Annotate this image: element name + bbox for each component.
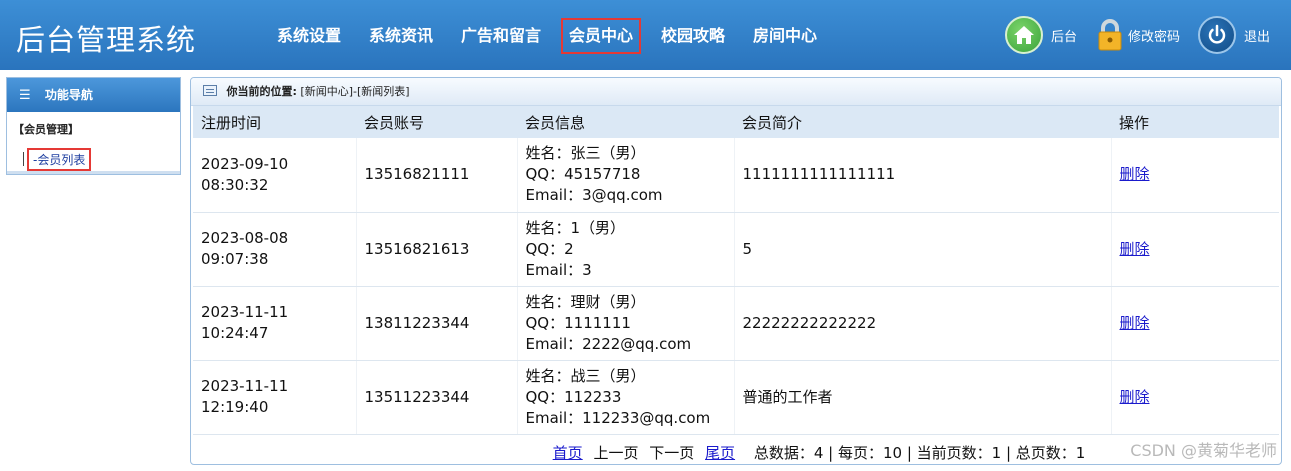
cell-register-time: 2023-08-08 09:07:38 — [193, 212, 357, 287]
column-header-member-info: 会员信息 — [517, 106, 734, 138]
home-icon — [1005, 16, 1043, 54]
register-date: 2023-09-10 — [201, 154, 289, 173]
breadcrumb-path: [新闻中心]-[新闻列表] — [300, 85, 410, 98]
cell-account: 13811223344 — [356, 286, 518, 361]
register-date: 2023-08-08 — [201, 229, 289, 247]
cell-intro: 1111111111111111 — [734, 138, 1112, 213]
watermark: CSDN @黄菊华老师 — [1130, 441, 1277, 460]
cell-intro: 普通的工作者 — [734, 360, 1112, 435]
table-row: 2023-09-10 08:30:32 13516821111 姓名：张三（男） Q… — [193, 138, 1279, 213]
sidebar-group-member-management: 【会员管理】 — [13, 123, 79, 136]
delete-link[interactable]: 删除 — [1120, 314, 1150, 332]
cell-intro: 5 — [734, 212, 1112, 287]
cell-action: 删除 — [1111, 212, 1279, 287]
home-button[interactable]: 后台 — [1005, 16, 1077, 54]
first-page-link[interactable]: 首页 — [553, 444, 583, 462]
cell-register-time: 2023-09-10 08:30:32 — [193, 138, 357, 213]
cell-member-info: 姓名：张三（男） QQ：45157718 Email：3@qq.com — [517, 138, 735, 213]
logout-button[interactable]: 退出 — [1198, 16, 1270, 54]
delete-link[interactable]: 删除 — [1120, 388, 1150, 406]
cell-action: 删除 — [1111, 360, 1279, 435]
logout-label: 退出 — [1244, 29, 1271, 45]
table-row: 2023-11-11 12:19:40 13511223344 姓名：战三（男） Q… — [193, 360, 1279, 435]
table-row: 2023-08-08 09:07:38 13516821613 姓名：1（男） QQ… — [193, 212, 1279, 287]
register-clock: 12:19:40 — [201, 398, 269, 416]
cell-member-info: 姓名：战三（男） QQ：112233 Email：112233@qq.com — [517, 360, 735, 435]
document-icon — [203, 85, 217, 96]
register-clock: 08:30:32 — [201, 175, 269, 194]
delete-link[interactable]: 删除 — [1120, 240, 1150, 258]
pagination-summary: 总数据：4 | 每页：10 | 当前页数：1 | 总页数：1 — [753, 444, 1086, 462]
member-email: Email：3 — [525, 260, 592, 279]
app-logo: 后台管理系统 — [16, 23, 197, 57]
member-qq: QQ：2 — [525, 239, 574, 258]
member-qq: QQ：112233 — [525, 387, 622, 406]
cell-member-info: 姓名：1（男） QQ：2 Email：3 — [517, 212, 735, 287]
breadcrumb: 你当前的位置: [新闻中心]-[新闻列表] — [191, 78, 1281, 106]
sidebar: ☰ 功能导航 【会员管理】 -会员列表 — [6, 77, 181, 175]
member-email: Email：3@qq.com — [525, 186, 663, 205]
nav-member-center[interactable]: 会员中心 — [561, 18, 642, 54]
breadcrumb-prefix: 你当前的位置: — [226, 85, 297, 98]
power-icon — [1198, 16, 1236, 54]
cell-register-time: 2023-11-11 12:19:40 — [193, 360, 357, 435]
sidebar-header: ☰ 功能导航 — [7, 78, 180, 112]
register-date: 2023-11-11 — [201, 377, 289, 395]
sidebar-item-member-list[interactable]: -会员列表 — [27, 147, 92, 171]
cell-action: 删除 — [1111, 138, 1279, 213]
cell-account: 13516821613 — [356, 212, 518, 287]
change-password-label: 修改密码 — [1128, 29, 1181, 45]
table-row: 2023-11-11 10:24:47 13811223344 姓名：理财（男） Q… — [193, 286, 1279, 361]
sidebar-item-wrapper: -会员列表 — [23, 147, 92, 171]
cell-account: 13516821111 — [356, 138, 518, 213]
column-header-action: 操作 — [1111, 106, 1279, 138]
register-clock: 10:24:47 — [201, 324, 269, 342]
sidebar-title: 功能导航 — [44, 88, 93, 102]
member-email: Email：2222@qq.com — [525, 334, 692, 353]
nav-system-news[interactable]: 系统资讯 — [369, 18, 433, 54]
member-qq: QQ：1111111 — [525, 313, 631, 332]
nav-campus-guide[interactable]: 校园攻略 — [661, 18, 725, 54]
member-name: 姓名：战三（男） — [525, 366, 646, 385]
cell-action: 删除 — [1111, 286, 1279, 361]
register-date: 2023-11-11 — [201, 303, 289, 321]
cell-account: 13511223344 — [356, 360, 518, 435]
change-password-button[interactable]: 修改密码 — [1096, 16, 1180, 54]
member-qq: QQ：45157718 — [525, 165, 641, 184]
cell-intro: 22222222222222 — [734, 286, 1112, 361]
lock-icon — [1096, 18, 1124, 52]
nav-ads-messages[interactable]: 广告和留言 — [461, 18, 541, 54]
member-name: 姓名：理财（男） — [525, 292, 646, 311]
member-table: 注册时间 会员账号 会员信息 会员简介 操作 2023-09-10 08:30:3… — [193, 106, 1279, 435]
next-page-link[interactable]: 下一页 — [649, 444, 694, 462]
column-header-account: 会员账号 — [356, 106, 517, 138]
sidebar-bottom-border — [7, 171, 180, 174]
main-panel: 你当前的位置: [新闻中心]-[新闻列表] 注册时间 会员账号 会员信息 会员简… — [190, 77, 1282, 465]
nav-system-settings[interactable]: 系统设置 — [277, 18, 341, 54]
nav-room-center[interactable]: 房间中心 — [753, 18, 817, 54]
prev-page-link[interactable]: 上一页 — [593, 444, 638, 462]
pagination: 首页 上一页 下一页 尾页 总数据：4 | 每页：10 | 当前页数：1 | 总… — [191, 442, 1281, 463]
last-page-link[interactable]: 尾页 — [705, 444, 735, 462]
register-clock: 09:07:38 — [201, 250, 269, 268]
member-name: 姓名：1（男） — [525, 218, 626, 237]
column-header-register-time: 注册时间 — [193, 106, 356, 138]
menu-icon: ☰ — [19, 88, 31, 103]
cell-member-info: 姓名：理财（男） QQ：1111111 Email：2222@qq.com — [517, 286, 735, 361]
column-header-intro: 会员简介 — [734, 106, 1111, 138]
delete-link[interactable]: 删除 — [1120, 165, 1150, 183]
member-name: 姓名：张三（男） — [525, 144, 646, 163]
cell-register-time: 2023-11-11 10:24:47 — [193, 286, 357, 361]
table-header-row: 注册时间 会员账号 会员信息 会员简介 操作 — [193, 106, 1279, 138]
top-header: 后台管理系统 系统设置 系统资讯 广告和留言 会员中心 校园攻略 房间中心 后台… — [0, 0, 1291, 70]
home-label: 后台 — [1051, 29, 1078, 45]
member-email: Email：112233@qq.com — [525, 408, 711, 427]
sidebar-item-divider — [23, 152, 24, 166]
